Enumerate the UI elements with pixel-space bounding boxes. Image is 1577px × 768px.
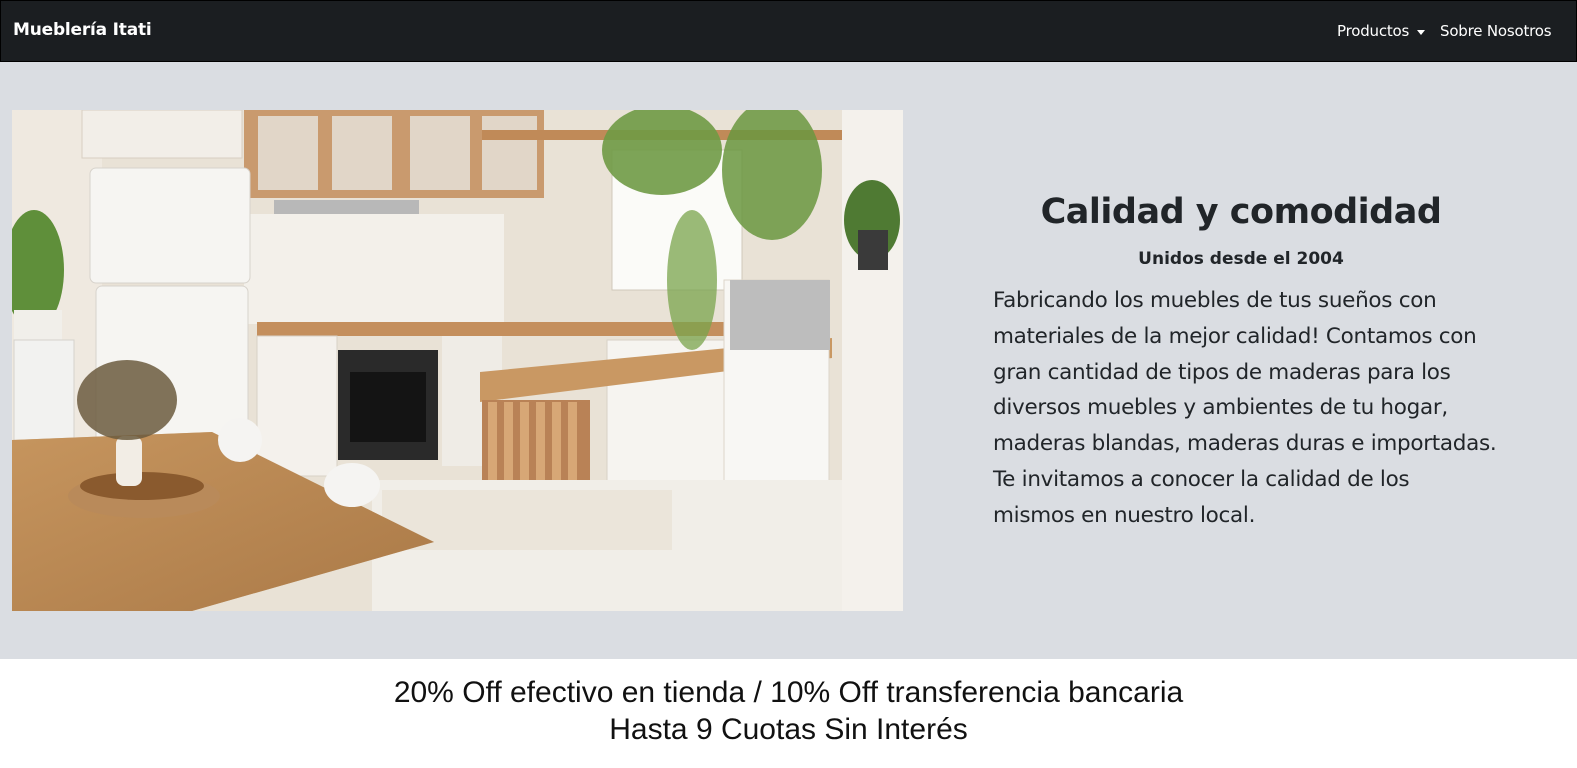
hero-description-line: gran cantidad de tipos de maderas para l… xyxy=(993,359,1451,385)
hero-description: Fabricando los muebles de tus sueños con… xyxy=(993,283,1503,534)
hero-description-line: maderas blandas, maderas duras e importa… xyxy=(993,431,1497,457)
chevron-down-icon[interactable] xyxy=(1417,30,1425,35)
hero-section: Calidad y comodidad Unidos desde el 2004… xyxy=(0,62,1577,659)
hero-description-line: mismos en nuestro local. xyxy=(993,502,1256,528)
hero-title: Calidad y comodidad xyxy=(1040,192,1442,232)
hero-subtitle: Unidos desde el 2004 xyxy=(1138,249,1344,269)
promo-discount-text: 20% Off efectivo en tienda / 10% Off tra… xyxy=(393,676,1184,709)
brand-link[interactable]: Mueblería Itati xyxy=(13,20,152,40)
hero-description-line: Fabricando los muebles de tus sueños con xyxy=(993,288,1437,313)
hero-description-line: materiales de la mejor calidad! Contamos… xyxy=(993,323,1477,349)
hero-description-line: Te invitamos a conocer la calidad de los xyxy=(993,466,1410,492)
kitchen-photo xyxy=(12,110,903,611)
nav-link-sobre-nosotros[interactable]: Sobre Nosotros xyxy=(1440,22,1552,40)
promo-banner: 20% Off efectivo en tienda / 10% Off tra… xyxy=(0,659,1577,768)
hero-description-line: diversos muebles y ambientes de tu hogar… xyxy=(993,395,1448,421)
promo-installments-text: Hasta 9 Cuotas Sin Interés xyxy=(609,713,968,746)
nav-link-productos[interactable]: Productos xyxy=(1337,22,1409,40)
top-navbar: Mueblería Itati Productos Sobre Nosotros xyxy=(0,0,1577,62)
